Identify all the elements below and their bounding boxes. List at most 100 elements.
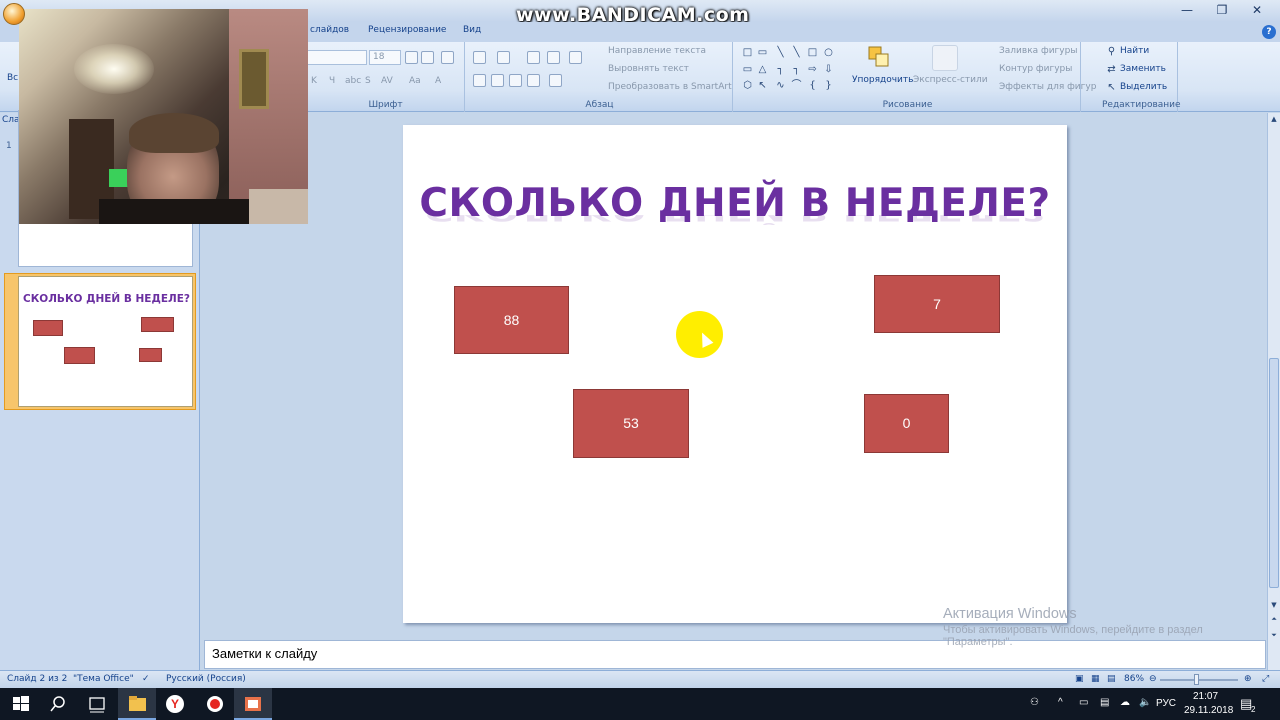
input-language[interactable]: РУС [1156,698,1176,709]
align-right-icon[interactable] [509,74,522,87]
shape-effects-button[interactable]: Эффекты для фигур [999,82,1096,92]
powerpoint-taskbar-icon[interactable] [234,688,272,720]
task-view-icon[interactable] [78,688,116,720]
shape-hexagon-icon[interactable]: ⬡ [742,80,753,91]
find-button[interactable]: Найти [1120,46,1149,56]
slide-canvas[interactable]: СКОЛЬКО ДНЕЙ В НЕДЕЛЕ? СКОЛЬКО ДНЕЙ В НЕ… [403,125,1067,623]
normal-view-icon[interactable]: ▣ [1075,674,1084,684]
zoom-out-icon[interactable]: ⊖ [1149,674,1157,684]
bandicam-icon[interactable] [196,688,234,720]
font-color-button[interactable]: A [435,76,441,86]
shape-rectangle-icon[interactable]: □ [742,47,753,58]
shape-brace-right-icon[interactable]: } [823,80,834,91]
ribbon-left-partial[interactable]: Вс [7,73,18,83]
change-case-button[interactable]: Aa [409,76,421,86]
arrange-icon[interactable] [867,45,891,69]
decrease-indent-icon[interactable] [527,51,540,64]
strikethrough-button[interactable]: abc [345,76,361,86]
clock-time[interactable]: 21:07 [1193,691,1218,702]
minimize-button[interactable]: — [1170,0,1204,20]
vertical-scrollbar[interactable]: ▲ ▼ ⏶ ⏷ [1267,113,1280,670]
shape-rounded-icon[interactable]: ▭ [742,64,753,75]
bullets-icon[interactable] [473,51,486,64]
file-explorer-icon[interactable] [118,688,156,720]
shape-freeform-icon[interactable]: ↖ [757,80,768,91]
increase-indent-icon[interactable] [547,51,560,64]
battery-icon[interactable]: ▭ [1079,697,1088,708]
shape-outline-button[interactable]: Контур фигуры [999,64,1072,74]
justify-icon[interactable] [527,74,540,87]
zoom-slider-thumb[interactable] [1194,674,1199,685]
shape-brace-left-icon[interactable]: { [807,80,818,91]
scroll-up-icon[interactable]: ▲ [1269,115,1279,127]
quick-styles-button[interactable]: Экспресс-стили [913,75,988,85]
shape-arc-icon[interactable]: ⌒ [791,80,802,91]
yandex-browser-icon[interactable]: Y [156,688,194,720]
clock-date[interactable]: 29.11.2018 [1184,705,1233,716]
slide-thumbnail-2[interactable]: СКОЛЬКО ДНЕЙ В НЕДЕЛЕ? [18,276,193,407]
line-spacing-icon[interactable] [569,51,582,64]
spellcheck-icon[interactable]: ✓ [142,674,150,684]
shape-rect2-icon[interactable]: □ [807,47,818,58]
zoom-slider[interactable] [1160,679,1238,681]
shape-textbox-icon[interactable]: ▭ [757,47,768,58]
select-button[interactable]: Выделить [1120,82,1167,92]
shadow-button[interactable]: S [365,76,371,86]
answer-box-7[interactable]: 7 [874,275,1000,333]
char-spacing-button[interactable]: AV [381,76,393,86]
shape-oval-icon[interactable]: ○ [823,47,834,58]
numbering-icon[interactable] [497,51,510,64]
quick-styles-icon[interactable] [932,45,958,71]
fit-window-icon[interactable]: ⤢ [1262,674,1269,684]
text-direction-button[interactable]: Направление текста [608,46,706,56]
next-slide-icon[interactable]: ⏷ [1269,631,1279,643]
theme-name[interactable]: "Тема Office" [73,674,134,684]
shape-arrow-down-icon[interactable]: ⇩ [823,64,834,75]
answer-box-53[interactable]: 53 [573,389,689,458]
zoom-level[interactable]: 86% [1124,674,1144,684]
columns-icon[interactable] [549,74,562,87]
slide-sorter-icon[interactable]: ▦ [1091,674,1100,684]
scroll-down-icon[interactable]: ▼ [1269,601,1279,613]
zoom-in-icon[interactable]: ⊕ [1244,674,1252,684]
answer-box-88[interactable]: 88 [454,286,569,354]
volume-icon[interactable]: 🔈 [1139,697,1151,708]
italic-button[interactable]: K [311,76,317,86]
arrange-button[interactable]: Упорядочить [852,75,913,85]
shrink-font-icon[interactable] [421,51,434,64]
replace-button[interactable]: Заменить [1120,64,1166,74]
office-button[interactable] [3,3,25,25]
shape-line-icon[interactable]: ╲ [775,47,786,58]
tab-review[interactable]: Рецензирование [368,25,446,35]
shape-elbow-icon[interactable]: ┐ [775,64,786,75]
align-left-icon[interactable] [473,74,486,87]
shape-arrow-right-icon[interactable]: ⇨ [807,64,818,75]
people-icon[interactable]: ⚇ [1030,697,1039,708]
shape-elbow2-icon[interactable]: ┐ [791,64,802,75]
underline-button[interactable]: Ч [329,76,335,86]
align-center-icon[interactable] [491,74,504,87]
shape-triangle-icon[interactable]: △ [757,64,768,75]
tab-view[interactable]: Вид [463,25,481,35]
tray-chevron-icon[interactable]: ^ [1058,697,1063,708]
network-icon[interactable]: ▤ [1100,697,1109,708]
shape-line2-icon[interactable]: ╲ [791,47,802,58]
font-name-combo[interactable] [307,50,367,65]
maximize-button[interactable]: ❐ [1205,0,1239,20]
scroll-thumb[interactable] [1269,358,1279,588]
slideshow-view-icon[interactable]: ▤ [1107,674,1116,684]
clear-format-icon[interactable] [441,51,454,64]
tab-slideshow[interactable]: слайдов [310,25,349,35]
answer-box-0[interactable]: 0 [864,394,949,453]
align-text-button[interactable]: Выровнять текст [608,64,689,74]
font-size-combo[interactable]: 18 [369,50,401,65]
shape-fill-button[interactable]: Заливка фигуры [999,46,1077,56]
prev-slide-icon[interactable]: ⏶ [1269,615,1279,627]
convert-smartart-button[interactable]: Преобразовать в SmartArt [608,82,732,92]
shape-curve-icon[interactable]: ∿ [775,80,786,91]
close-button[interactable]: ✕ [1240,0,1274,20]
start-button[interactable] [2,688,40,720]
language-indicator[interactable]: Русский (Россия) [166,674,246,684]
search-icon[interactable] [40,688,78,720]
onedrive-icon[interactable]: ☁ [1120,697,1130,708]
